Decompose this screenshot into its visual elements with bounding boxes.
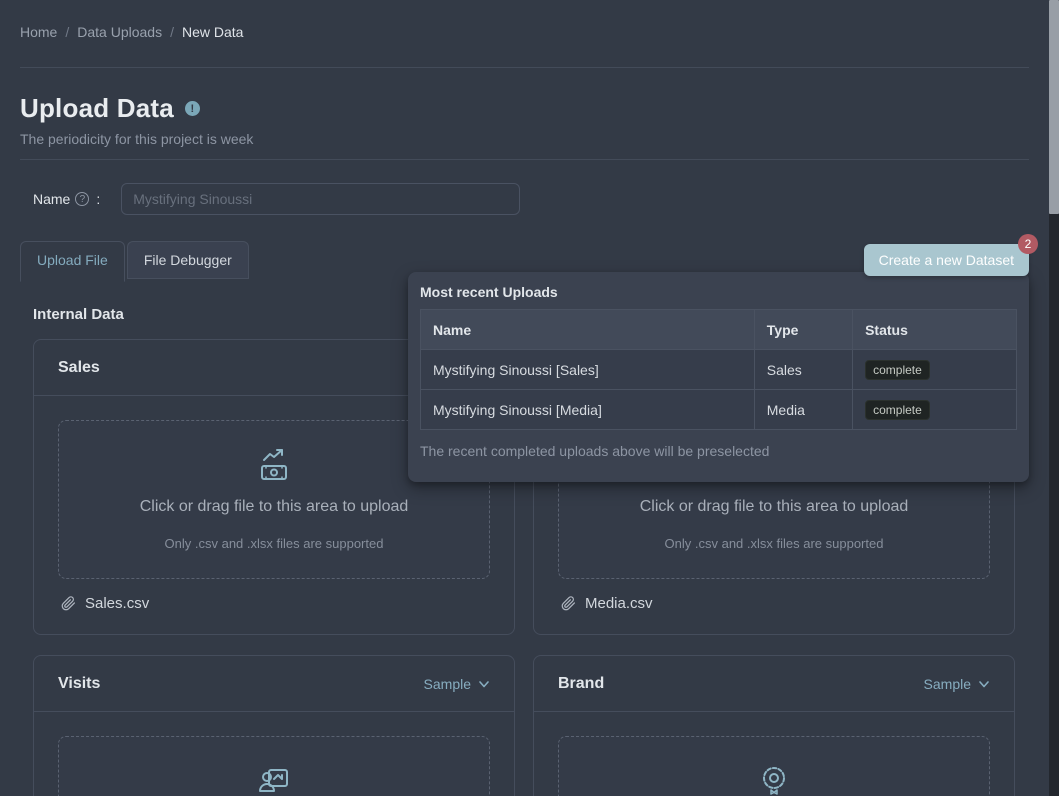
breadcrumb: Home / Data Uploads / New Data [20, 0, 1029, 40]
breadcrumb-data-uploads[interactable]: Data Uploads [77, 24, 162, 40]
breadcrumb-separator: / [170, 24, 174, 40]
notification-count-badge: 2 [1018, 234, 1038, 254]
attached-file-name: Sales.csv [85, 595, 149, 612]
card-sales-title: Sales [58, 359, 100, 377]
name-label: Name [33, 191, 70, 207]
upload-text: Click or drag file to this area to uploa… [140, 495, 409, 519]
upload-name-cell: Mystifying Sinoussi [Media] [421, 390, 755, 430]
medal-icon [756, 763, 792, 796]
popover-title: Most recent Uploads [420, 282, 1017, 300]
breadcrumb-home[interactable]: Home [20, 24, 57, 40]
upload-status-cell: complete [853, 390, 1017, 430]
attached-file-name: Media.csv [585, 595, 653, 612]
card-visits-header: Visits Sample [34, 656, 514, 712]
table-header-row: Name Type Status [421, 310, 1017, 350]
sample-dropdown-label: Sample [424, 676, 471, 692]
upload-status-cell: complete [853, 350, 1017, 390]
card-visits-title: Visits [58, 675, 100, 693]
upload-type-cell: Media [754, 390, 852, 430]
breadcrumb-new-data: New Data [182, 24, 243, 40]
divider [20, 159, 1029, 160]
page-title: Upload Data [20, 93, 174, 124]
sample-dropdown-visits[interactable]: Sample [424, 676, 490, 692]
exclamation-circle-icon[interactable]: ! [185, 101, 200, 116]
upload-text: Click or drag file to this area to uploa… [640, 495, 909, 519]
create-dataset-button[interactable]: Create a new Dataset [864, 244, 1029, 276]
upload-hint: Only .csv and .xlsx files are supported [165, 535, 384, 553]
column-header-type: Type [754, 310, 852, 350]
page-subtitle: The periodicity for this project is week [20, 131, 1029, 147]
upload-hint: Only .csv and .xlsx files are supported [665, 535, 884, 553]
money-trend-icon [256, 447, 292, 483]
upload-dropzone-brand[interactable]: Click or drag file to this area to uploa… [558, 736, 990, 796]
card-brand: Brand Sample [533, 655, 1015, 796]
card-visits: Visits Sample [33, 655, 515, 796]
breadcrumb-separator: / [65, 24, 69, 40]
table-row[interactable]: Mystifying Sinoussi [Sales] Sales comple… [421, 350, 1017, 390]
attached-file-media[interactable]: Media.csv [558, 592, 990, 614]
status-badge: complete [865, 360, 930, 380]
card-brand-title: Brand [558, 675, 604, 693]
sample-dropdown-label: Sample [924, 676, 971, 692]
chevron-down-icon [478, 678, 490, 690]
scrollbar-track[interactable] [1049, 0, 1059, 796]
recent-uploads-table: Name Type Status Mystifying Sinoussi [Sa… [420, 309, 1017, 430]
attached-file-sales[interactable]: Sales.csv [58, 592, 490, 614]
upload-name-cell: Mystifying Sinoussi [Sales] [421, 350, 755, 390]
name-input[interactable] [121, 183, 520, 215]
column-header-name: Name [421, 310, 755, 350]
status-badge: complete [865, 400, 930, 420]
tab-upload-file[interactable]: Upload File [20, 241, 125, 282]
question-circle-icon[interactable]: ? [75, 192, 89, 206]
sample-dropdown-brand[interactable]: Sample [924, 676, 990, 692]
column-header-status: Status [853, 310, 1017, 350]
upload-dropzone-visits[interactable]: Click or drag file to this area to uploa… [58, 736, 490, 796]
name-form-row: Name ? : [33, 183, 1029, 215]
chevron-down-icon [978, 678, 990, 690]
scrollbar-thumb[interactable] [1049, 0, 1059, 214]
paperclip-icon [61, 596, 76, 611]
presentation-icon [256, 763, 292, 796]
paperclip-icon [561, 596, 576, 611]
card-brand-header: Brand Sample [534, 656, 1014, 712]
tab-file-debugger[interactable]: File Debugger [127, 241, 249, 279]
upload-type-cell: Sales [754, 350, 852, 390]
recent-uploads-popover: Most recent Uploads Name Type Status Mys… [408, 272, 1029, 482]
table-row[interactable]: Mystifying Sinoussi [Media] Media comple… [421, 390, 1017, 430]
name-label-colon: : [96, 191, 100, 207]
popover-footer-note: The recent completed uploads above will … [420, 443, 1017, 459]
divider [20, 67, 1029, 68]
